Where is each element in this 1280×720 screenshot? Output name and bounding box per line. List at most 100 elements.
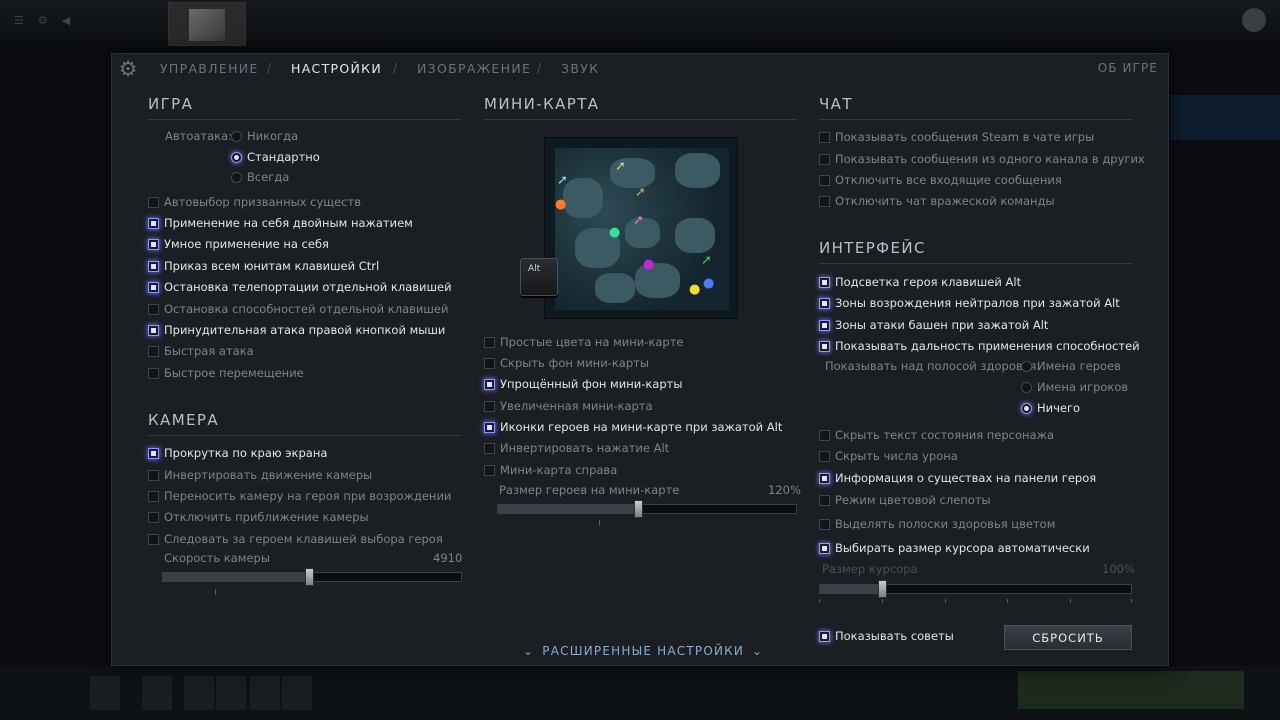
checkbox-hide-damage-numbers[interactable]: Скрыть числа урона — [819, 447, 958, 465]
checkbox[interactable] — [819, 319, 830, 331]
tab-settings[interactable]: НАСТРОЙКИ — [291, 61, 382, 76]
radio-autoattack-always[interactable]: Всегда — [231, 168, 289, 186]
slider-thumb[interactable] — [634, 500, 643, 518]
checkbox-quick-move[interactable]: Быстрое перемещение — [148, 364, 304, 382]
radio-nothing[interactable]: Ничего — [1021, 399, 1080, 417]
checkbox[interactable] — [148, 303, 159, 315]
checkbox[interactable] — [484, 442, 495, 454]
checkbox[interactable] — [148, 217, 159, 229]
checkbox-large-minimap[interactable]: Увеличенная мини-карта — [484, 397, 653, 415]
checkbox[interactable] — [148, 469, 159, 481]
checkbox[interactable] — [819, 472, 830, 484]
checkbox-simplified-minimap-bg[interactable]: Упрощённый фон мини-карты — [484, 375, 682, 393]
checkbox[interactable] — [484, 336, 495, 348]
checkbox-alt-hero-highlight[interactable]: Подсветка героя клавишей Alt — [819, 273, 1021, 291]
camera-speed-slider[interactable] — [162, 568, 462, 586]
checkbox[interactable] — [819, 518, 830, 530]
back-icon[interactable]: ◀ — [62, 14, 70, 27]
tab-sound[interactable]: ЗВУК — [561, 61, 599, 76]
checkbox[interactable] — [819, 131, 830, 143]
play-button[interactable] — [1018, 671, 1244, 709]
tab-controls[interactable]: УПРАВЛЕНИЕ — [160, 61, 259, 76]
party-slot[interactable] — [90, 676, 120, 710]
checkbox-minimap-right[interactable]: Мини-карта справа — [484, 461, 617, 479]
checkbox[interactable] — [819, 542, 830, 554]
checkbox-cross-channel[interactable]: Показывать сообщения из одного канала в … — [819, 150, 1145, 168]
checkbox[interactable] — [148, 260, 159, 272]
checkbox-auto-select-summoned[interactable]: Автовыбор призванных существ — [148, 193, 361, 211]
checkbox[interactable] — [148, 490, 159, 502]
checkbox-invert-alt[interactable]: Инвертировать нажатие Alt — [484, 439, 669, 457]
checkbox[interactable] — [148, 281, 159, 293]
hero-size-slider[interactable] — [497, 500, 797, 518]
checkbox-disable-zoom[interactable]: Отключить приближение камеры — [148, 508, 369, 526]
checkbox[interactable] — [819, 297, 830, 309]
checkbox-follow-hero-key[interactable]: Следовать за героем клавишей выбора геро… — [148, 530, 443, 548]
checkbox-show-tips[interactable]: Показывать советы — [819, 627, 954, 645]
slider-thumb[interactable] — [305, 568, 314, 586]
party-slot[interactable] — [142, 676, 172, 710]
checkbox[interactable] — [148, 324, 159, 336]
party-slot[interactable] — [282, 676, 312, 710]
checkbox[interactable] — [148, 447, 159, 459]
radio-button[interactable] — [1021, 381, 1032, 393]
checkbox[interactable] — [148, 367, 159, 379]
checkbox-colored-health-bars[interactable]: Выделять полоски здоровья цветом — [819, 515, 1055, 533]
radio-autoattack-never[interactable]: Никогда — [231, 127, 298, 145]
checkbox-auto-cursor-size[interactable]: Выбирать размер курсора автоматически — [819, 539, 1090, 557]
checkbox-ctrl-all-units[interactable]: Приказ всем юнитам клавишей Ctrl — [148, 257, 379, 275]
radio-player-names[interactable]: Имена игроков — [1021, 378, 1128, 396]
checkbox-quick-attack[interactable]: Быстрая атака — [148, 342, 254, 360]
checkbox[interactable] — [819, 494, 830, 506]
radio-button[interactable] — [1021, 360, 1032, 372]
radio-hero-names[interactable]: Имена героев — [1021, 357, 1121, 375]
radio-button[interactable] — [1021, 402, 1032, 414]
checkbox[interactable] — [148, 196, 159, 208]
tab-image[interactable]: ИЗОБРАЖЕНИЕ — [417, 61, 531, 76]
party-slot[interactable] — [216, 676, 246, 710]
checkbox[interactable] — [819, 429, 830, 441]
reset-button[interactable]: СБРОСИТЬ — [1004, 625, 1132, 650]
checkbox-hide-minimap-bg[interactable]: Скрыть фон мини-карты — [484, 354, 649, 372]
settings-icon[interactable]: ⚙ — [38, 14, 48, 27]
checkbox[interactable] — [148, 345, 159, 357]
tab-about[interactable]: ОБ ИГРЕ — [1098, 61, 1158, 75]
slider-thumb[interactable] — [878, 580, 887, 598]
checkbox[interactable] — [484, 378, 495, 390]
checkbox[interactable] — [819, 153, 830, 165]
radio-button[interactable] — [231, 171, 242, 183]
checkbox[interactable] — [148, 238, 159, 250]
advanced-settings-toggle[interactable]: ⌄ РАСШИРЕННЫЕ НАСТРОЙКИ ⌄ — [523, 642, 763, 660]
checkbox-colorblind-mode[interactable]: Режим цветовой слепоты — [819, 491, 991, 509]
checkbox[interactable] — [484, 400, 495, 412]
checkbox-steam-messages[interactable]: Показывать сообщения Steam в чате игры — [819, 128, 1094, 146]
checkbox-double-tap-self-cast[interactable]: Применение на себя двойным нажатием — [148, 214, 413, 232]
checkbox-hide-status-text[interactable]: Скрыть текст состояния персонажа — [819, 426, 1054, 444]
checkbox-edge-pan[interactable]: Прокрутка по краю экрана — [148, 444, 327, 462]
checkbox[interactable] — [484, 421, 495, 433]
menu-icon[interactable]: ☰ — [14, 14, 24, 27]
cursor-size-slider[interactable] — [819, 580, 1132, 598]
checkbox[interactable] — [148, 533, 159, 545]
checkbox[interactable] — [819, 174, 830, 186]
checkbox[interactable] — [819, 340, 830, 352]
radio-button[interactable] — [231, 151, 242, 163]
checkbox-camera-on-respawn[interactable]: Переносить камеру на героя при возрожден… — [148, 487, 451, 505]
checkbox-force-attack-right-click[interactable]: Принудительная атака правой кнопкой мыши — [148, 321, 445, 339]
checkbox-smart-self-cast[interactable]: Умное применение на себя — [148, 235, 329, 253]
checkbox[interactable] — [484, 357, 495, 369]
checkbox[interactable] — [148, 511, 159, 523]
checkbox-stop-abilities-key[interactable]: Остановка способностей отдельной клавише… — [148, 300, 448, 318]
checkbox[interactable] — [819, 450, 830, 462]
checkbox-mute-incoming[interactable]: Отключить все входящие сообщения — [819, 171, 1062, 189]
checkbox-mute-enemy-chat[interactable]: Отключить чат вражеской команды — [819, 192, 1055, 210]
checkbox-hero-icons-alt[interactable]: Иконки героев на мини-карте при зажатой … — [484, 418, 782, 436]
checkbox[interactable] — [819, 195, 830, 207]
party-slot[interactable] — [184, 676, 214, 710]
checkbox-tower-attack-range[interactable]: Зоны атаки башен при зажатой Alt — [819, 316, 1048, 334]
game-logo[interactable] — [168, 2, 246, 46]
radio-button[interactable] — [231, 130, 242, 142]
checkbox-stop-teleport-key[interactable]: Остановка телепортации отдельной клавише… — [148, 278, 452, 296]
checkbox-ability-range[interactable]: Показывать дальность применения способно… — [819, 337, 1140, 355]
checkbox[interactable] — [819, 276, 830, 288]
